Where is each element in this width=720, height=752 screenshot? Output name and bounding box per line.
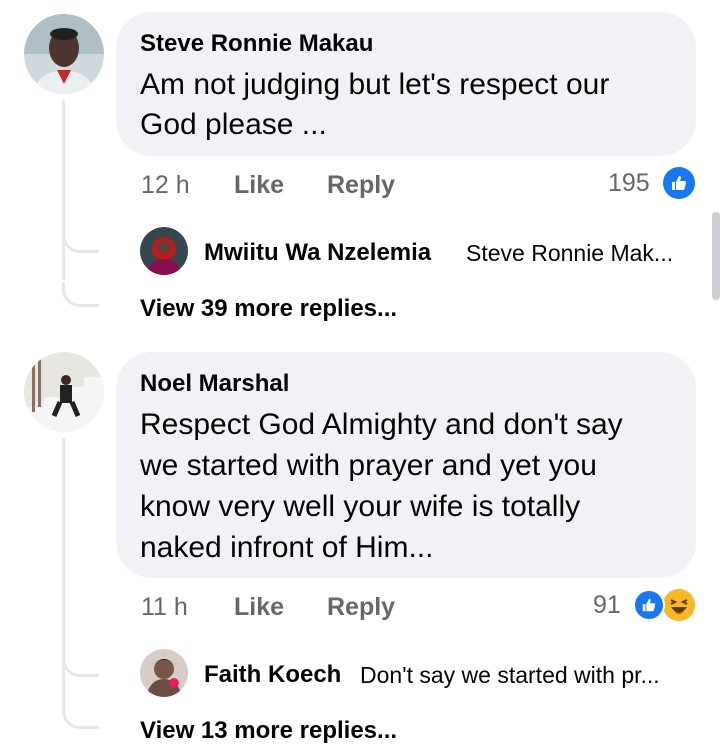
- comment-text-line: know very well your wife is totally: [140, 490, 581, 523]
- view-more-replies[interactable]: View 39 more replies...: [140, 295, 397, 323]
- view-more-replies[interactable]: View 13 more replies...: [140, 717, 397, 745]
- comment-author[interactable]: Steve Ronnie Makau: [140, 30, 373, 58]
- thread-branch: [62, 652, 99, 677]
- avatar-faith[interactable]: [140, 649, 188, 697]
- avatar-steve[interactable]: [24, 14, 104, 94]
- reaction-count[interactable]: 195: [608, 169, 650, 198]
- comment-time[interactable]: 12 h: [141, 171, 190, 200]
- reaction-count[interactable]: 91: [593, 591, 621, 620]
- reply-author[interactable]: Mwiitu Wa Nzelemia: [204, 239, 431, 267]
- thread-branch: [62, 282, 99, 307]
- haha-icon[interactable]: [663, 589, 695, 621]
- like-icon[interactable]: [663, 167, 695, 199]
- reply-button[interactable]: Reply: [327, 593, 395, 622]
- reply-button[interactable]: Reply: [327, 171, 395, 200]
- comment-text-line: naked infront of Him...: [140, 531, 434, 564]
- comment-text-line: Respect God Almighty and don't say: [140, 408, 623, 441]
- like-button[interactable]: Like: [234, 593, 284, 622]
- reply-snippet[interactable]: Steve Ronnie Mak...: [466, 240, 673, 267]
- like-button[interactable]: Like: [234, 171, 284, 200]
- reply-snippet[interactable]: Don't say we started with pr...: [360, 662, 660, 689]
- like-icon[interactable]: [633, 589, 665, 621]
- comment-text-line: Am not judging but let's respect our: [140, 68, 610, 101]
- reply-author[interactable]: Faith Koech: [204, 661, 341, 689]
- thread-branch: [62, 704, 99, 729]
- avatar-noel[interactable]: [24, 352, 104, 432]
- comment-time[interactable]: 11 h: [141, 593, 188, 622]
- comment-text-line: we started with prayer and yet you: [140, 449, 597, 482]
- comment-text-line: God please ...: [140, 108, 327, 141]
- avatar-mwiitu[interactable]: [140, 227, 188, 275]
- thread-branch: [62, 228, 99, 253]
- thread-line: [62, 100, 65, 280]
- comment-author[interactable]: Noel Marshal: [140, 370, 289, 398]
- scrollbar-thumb[interactable]: [712, 212, 720, 300]
